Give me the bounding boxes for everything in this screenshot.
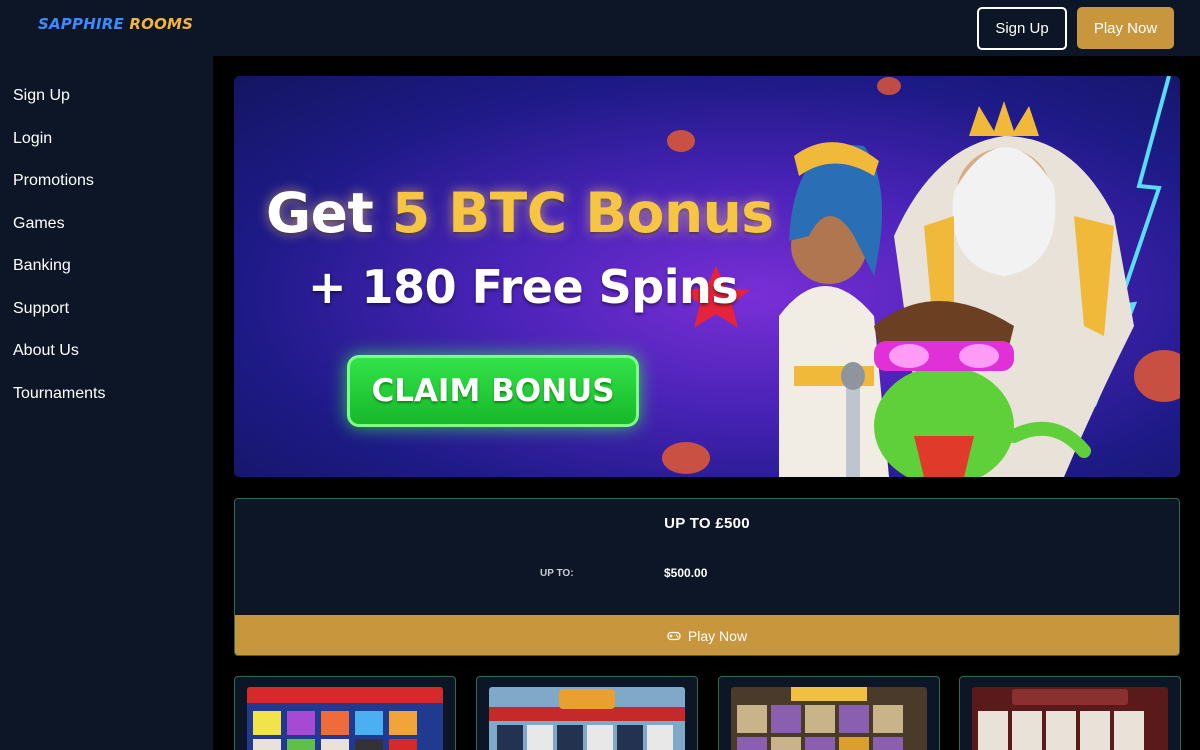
bonus-offer-card: UP TO £500 UP TO: $500.00 Play Now	[234, 498, 1180, 656]
banner-headline-prefix: Get	[266, 181, 392, 245]
banner-subheadline: + 180 Free Spins	[308, 260, 739, 314]
game-thumbnail-wild-diner	[489, 687, 685, 750]
offer-amount-value: $500.00	[664, 566, 708, 580]
offer-amount-label: UP TO:	[540, 568, 574, 579]
sidebar-item-about-us[interactable]: About Us	[13, 340, 79, 362]
game-thumbnail-wild-west	[731, 687, 927, 750]
offer-title: UP TO £500	[664, 515, 750, 532]
logo-word-rooms: ROOMS	[129, 15, 194, 33]
game-tile[interactable]	[234, 676, 456, 750]
header-play-now-button[interactable]: Play Now	[1077, 7, 1174, 49]
claim-bonus-button[interactable]: CLAIM BONUS	[347, 355, 639, 427]
banner-headline: Get 5 BTC Bonus	[266, 180, 774, 246]
sidebar-item-login[interactable]: Login	[13, 128, 52, 150]
logo-word-sapphire: SAPPHIRE	[38, 15, 124, 33]
sidebar-item-promotions[interactable]: Promotions	[13, 170, 94, 192]
top-header: SAPPHIRE ROOMS Sign Up Play Now	[0, 0, 1200, 56]
sidebar-item-tournaments[interactable]: Tournaments	[13, 383, 106, 405]
offer-play-now-label: Play Now	[687, 627, 748, 644]
header-signup-button[interactable]: Sign Up	[977, 7, 1067, 50]
game-thumbnail-family-guy	[247, 687, 443, 750]
site-logo[interactable]: SAPPHIRE ROOMS	[38, 15, 193, 33]
game-tile[interactable]	[718, 676, 940, 750]
gamepad-icon	[667, 631, 681, 640]
sidebar-item-banking[interactable]: Banking	[13, 255, 71, 277]
banner-headline-bonus: 5 BTC Bonus	[391, 181, 774, 245]
sidebar-item-support[interactable]: Support	[13, 298, 69, 320]
game-tile[interactable]	[476, 676, 698, 750]
game-thumbnail-cash-o-casino	[972, 687, 1168, 750]
sidebar-item-games[interactable]: Games	[13, 213, 65, 235]
sidebar-item-sign-up[interactable]: Sign Up	[13, 85, 70, 107]
offer-play-now-button[interactable]: Play Now	[235, 615, 1179, 655]
game-tile[interactable]	[959, 676, 1181, 750]
